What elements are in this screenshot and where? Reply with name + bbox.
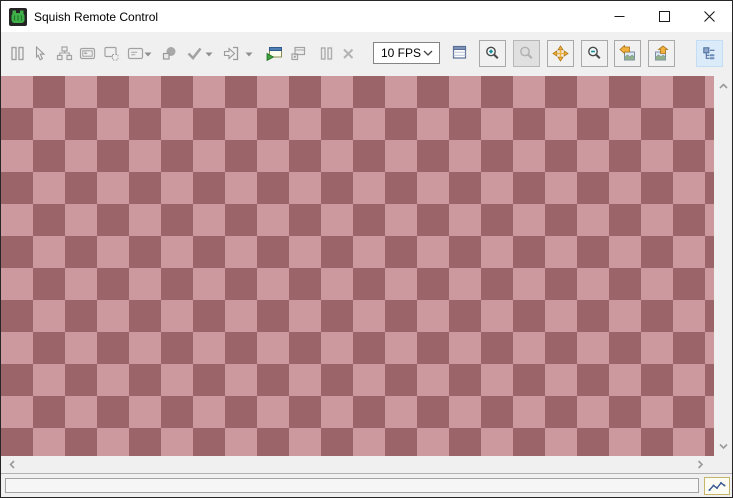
- pick-cursor-icon: [32, 45, 49, 62]
- zoom-out-button[interactable]: [581, 40, 608, 67]
- horizontal-scrollbar[interactable]: [1, 456, 714, 473]
- chevron-down-icon: [423, 50, 433, 56]
- squish-logo-icon: [9, 8, 27, 26]
- zoom-in-icon: [484, 45, 501, 62]
- snapshot-save-icon: [653, 45, 670, 62]
- grid-table-icon[interactable]: [451, 44, 468, 61]
- chevron-right-icon: [695, 459, 705, 470]
- maximize-icon: [659, 11, 670, 22]
- minimize-icon: [614, 11, 625, 22]
- close-icon: [704, 11, 715, 22]
- chevron-up-icon: [718, 81, 729, 91]
- snapshot-load-button[interactable]: [614, 40, 641, 67]
- tree-view-button[interactable]: [696, 40, 723, 67]
- statusbar: [1, 473, 732, 497]
- pause-icon: [318, 45, 335, 62]
- object-menu-icon: [127, 45, 144, 62]
- chevron-left-icon: [7, 459, 17, 470]
- snapshot-load-icon: [619, 45, 636, 62]
- close-button[interactable]: [687, 1, 732, 32]
- titlebar: Squish Remote Control: [1, 1, 732, 32]
- fps-value: 10 FPS: [381, 46, 421, 60]
- close-x-icon: [340, 45, 357, 62]
- performance-graph-button[interactable]: [704, 477, 730, 495]
- tree-view-icon: [701, 45, 718, 62]
- window-controls: [597, 1, 732, 32]
- window-title: Squish Remote Control: [34, 10, 158, 24]
- line-chart-icon: [707, 480, 727, 493]
- pan-move-button[interactable]: [547, 40, 574, 67]
- zoom-out-icon: [586, 45, 603, 62]
- object-map-icon: [56, 45, 73, 62]
- toolbar: 10 FPS: [1, 32, 732, 76]
- status-message-field: [5, 478, 699, 493]
- record-icon: [161, 45, 178, 62]
- scroll-down-button[interactable]: [717, 440, 729, 452]
- object-menu-dropdown-icon: [144, 52, 152, 57]
- maximize-button[interactable]: [642, 1, 687, 32]
- scroll-right-button[interactable]: [694, 458, 706, 470]
- verify-dropdown-icon: [205, 52, 213, 57]
- scroll-left-button[interactable]: [6, 458, 18, 470]
- squish-remote-control-window: Squish Remote Control: [0, 0, 733, 498]
- copy-object-icon: [103, 45, 120, 62]
- verify-check-icon: [186, 45, 203, 62]
- vertical-scrollbar[interactable]: [714, 76, 732, 456]
- exit-dropdown-icon: [245, 52, 253, 57]
- zoom-in-button[interactable]: [479, 40, 506, 67]
- attach-window-icon: [290, 45, 307, 62]
- exit-icon: [223, 45, 240, 62]
- pan-move-icon: [552, 45, 569, 62]
- fps-select[interactable]: 10 FPS: [373, 42, 440, 64]
- minimize-button[interactable]: [597, 1, 642, 32]
- zoom-original-icon: [518, 45, 535, 62]
- inspect-object-icon: [79, 45, 96, 62]
- snapshot-save-button[interactable]: [648, 40, 675, 67]
- scroll-up-button[interactable]: [717, 80, 729, 92]
- launch-aut-icon[interactable]: [266, 45, 283, 62]
- remote-screen-view[interactable]: [1, 76, 714, 456]
- chevron-down-icon: [718, 441, 729, 451]
- zoom-original-button: [513, 40, 540, 67]
- pause-columns-icon: [9, 45, 26, 62]
